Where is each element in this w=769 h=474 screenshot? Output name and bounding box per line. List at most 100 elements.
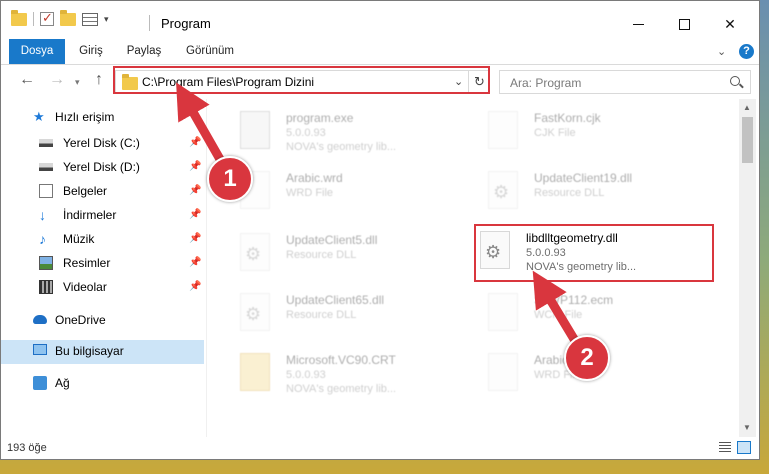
documents-icon	[39, 184, 53, 198]
pin-icon[interactable]: 📌	[189, 185, 201, 196]
tab-paylas[interactable]: Paylaş	[119, 39, 169, 64]
tiles-view-icon[interactable]	[737, 441, 751, 454]
close-button[interactable]: ✕	[707, 9, 753, 39]
details-view-icon[interactable]	[719, 442, 731, 453]
title-bar: ▾ Program ✕	[1, 1, 759, 39]
scroll-down-icon[interactable]: ▼	[743, 423, 751, 432]
search-box[interactable]: Ara: Program	[499, 70, 751, 94]
sidebar-item-documents[interactable]: Belgeler 📌	[1, 180, 204, 202]
network-icon	[33, 376, 47, 390]
file-version: 5.0.0.93	[286, 127, 326, 139]
search-placeholder[interactable]: Ara: Program	[510, 76, 581, 90]
maximize-icon	[678, 18, 690, 30]
status-bar: 193 öğe	[1, 437, 759, 459]
file-item[interactable]: Arabic.wrd WRD File	[218, 163, 458, 223]
tab-giris[interactable]: Giriş	[73, 39, 109, 64]
customize-icon[interactable]	[82, 12, 98, 26]
pin-icon[interactable]: 📌	[189, 233, 201, 244]
pin-icon[interactable]: 📌	[189, 257, 201, 268]
back-arrow-icon[interactable]: ←	[19, 71, 35, 89]
file-type: Resource DLL	[286, 249, 357, 261]
forward-arrow-icon[interactable]: →	[49, 71, 65, 89]
file-icon	[488, 353, 518, 391]
sidebar-item-pictures[interactable]: Resimler 📌	[1, 252, 204, 274]
sidebar-item-this-pc[interactable]: Bu bilgisayar	[1, 340, 204, 364]
expand-ribbon-icon[interactable]: ⌄	[717, 45, 726, 58]
file-icon	[488, 111, 518, 149]
step-badge-2: 2	[564, 335, 610, 381]
sidebar-item-videos[interactable]: Videolar 📌	[1, 276, 204, 298]
file-version: 5.0.0.93	[286, 369, 326, 381]
step-badge-1: 1	[207, 156, 253, 202]
file-type: CJK File	[534, 127, 576, 139]
sidebar-item-disk-d[interactable]: Yerel Disk (D:) 📌	[1, 156, 204, 178]
sidebar-item-quick-access[interactable]: ★ Hızlı erişim	[1, 106, 204, 128]
pin-icon[interactable]: 📌	[189, 281, 201, 292]
file-name: Arabic.wrd	[286, 171, 343, 185]
sidebar-item-label: Hızlı erişim	[55, 110, 115, 124]
dll-icon	[240, 293, 270, 331]
sidebar-item-disk-c[interactable]: Yerel Disk (C:) 📌	[1, 132, 204, 154]
file-item[interactable]: FastKorn.cjk CJK File	[466, 103, 706, 163]
sidebar-item-label: Videolar	[63, 280, 107, 294]
sidebar-item-label: Yerel Disk (D:)	[63, 160, 140, 174]
sidebar-item-downloads[interactable]: ↓ İndirmeler 📌	[1, 204, 204, 226]
up-arrow-icon[interactable]: ↑	[95, 71, 103, 89]
dll-icon	[240, 233, 270, 271]
file-name: UpdateClient5.dll	[286, 233, 378, 247]
chevron-down-icon[interactable]: ▾	[104, 14, 109, 25]
music-icon: ♪	[39, 231, 46, 247]
file-name: UpdateClient19.dll	[534, 171, 633, 185]
file-name: FastKorn.cjk	[534, 111, 601, 125]
file-type: Resource DLL	[286, 309, 357, 321]
disk-icon	[39, 163, 53, 171]
window-title: Program	[161, 16, 211, 31]
sidebar-item-network[interactable]: Ağ	[1, 372, 204, 394]
search-icon[interactable]	[730, 76, 740, 86]
scroll-up-icon[interactable]: ▲	[743, 103, 751, 112]
folder-icon	[240, 353, 270, 391]
quick-access-toolbar: ▾	[11, 9, 109, 26]
sidebar-item-label: Yerel Disk (C:)	[63, 136, 140, 150]
new-folder-icon[interactable]	[60, 9, 76, 26]
sidebar-item-label: Bu bilgisayar	[55, 344, 124, 358]
properties-check-icon[interactable]	[40, 10, 54, 26]
file-description: NOVA's geometry lib...	[286, 141, 397, 153]
tab-gorunum[interactable]: Görünüm	[179, 39, 241, 64]
pictures-icon	[39, 256, 53, 270]
recent-locations-icon[interactable]: ▾	[75, 77, 80, 88]
file-name: ShWP112.ecm	[534, 293, 614, 307]
file-item[interactable]: UpdateClient65.dll Resource DLL	[218, 285, 458, 345]
sidebar-item-music[interactable]: ♪ Müzik 📌	[1, 228, 204, 250]
file-type: WRD File	[286, 187, 334, 199]
address-highlight	[113, 66, 490, 94]
item-count: 193 öğe	[7, 442, 47, 454]
sidebar-item-onedrive[interactable]: OneDrive	[1, 309, 204, 331]
pin-icon[interactable]: 📌	[189, 161, 201, 172]
file-highlight	[474, 224, 714, 282]
pin-icon[interactable]: 📌	[189, 209, 201, 220]
tab-dosya[interactable]: Dosya	[9, 39, 65, 64]
sidebar-item-label: Müzik	[63, 232, 95, 246]
pin-icon[interactable]: 📌	[189, 137, 201, 148]
toolbar-divider	[33, 12, 34, 26]
vertical-scrollbar[interactable]: ▲ ▼	[739, 99, 756, 437]
help-icon[interactable]: ?	[739, 44, 754, 59]
sidebar-item-label: İndirmeler	[63, 208, 117, 222]
star-icon: ★	[33, 109, 45, 124]
sidebar-item-label: Resimler	[63, 256, 111, 270]
minimize-button[interactable]	[615, 9, 661, 39]
folder-icon[interactable]	[11, 9, 27, 26]
scroll-thumb[interactable]	[742, 117, 753, 163]
maximize-button[interactable]	[661, 9, 707, 39]
file-item[interactable]: UpdateClient5.dll Resource DLL	[218, 225, 458, 285]
file-item[interactable]: Microsoft.VC90.CRT 5.0.0.93 NOVA's geome…	[218, 345, 458, 405]
file-item[interactable]: UpdateClient19.dll Resource DLL	[466, 163, 706, 223]
file-item[interactable]: program.exe 5.0.0.93 NOVA's geometry lib…	[218, 103, 458, 163]
close-icon: ✕	[724, 15, 736, 32]
videos-icon	[39, 280, 53, 294]
navigation-pane: ★ Hızlı erişim Yerel Disk (C:) 📌 Yerel D…	[1, 99, 207, 437]
title-divider	[149, 15, 150, 31]
computer-icon	[33, 344, 47, 355]
file-name: program.exe	[286, 111, 354, 125]
